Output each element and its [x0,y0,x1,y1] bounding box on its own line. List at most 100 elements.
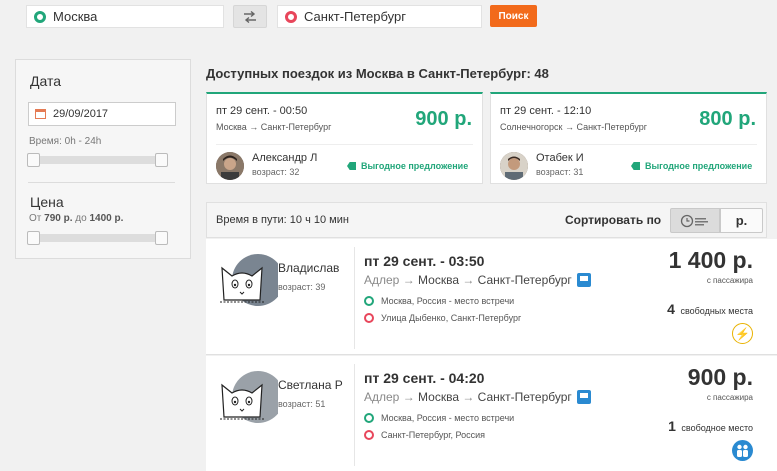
from-input[interactable]: Москва [26,5,224,28]
sort-label: Сортировать по [565,213,662,227]
trip-route: Адлер → Москва → Санкт-Петербург [364,390,591,404]
clock-icon [680,214,708,227]
meeting-point: Москва, Россия - место встречи [364,413,514,423]
row-divider [354,364,355,466]
origin-marker-icon [364,296,374,306]
price-range-label: От 790 р. до 1400 р. [29,213,123,224]
seats-label: свободное место [681,423,753,433]
price-filter-title: Цена [30,194,64,210]
results-title: Доступных поездок из Москва в Санкт-Пете… [206,66,549,81]
seats-count: 4 [667,301,675,317]
offer-card[interactable]: пт 29 сент. - 12:10 Солнечногорск → Санк… [490,92,767,184]
route-stop: Адлер [364,390,400,404]
origin-marker-icon [364,413,374,423]
cat-avatar-icon [220,254,278,306]
destination-marker-icon [364,313,374,323]
price-slider-min-handle[interactable] [27,231,40,245]
dropoff-point-label: Санкт-Петербург, Россия [381,430,486,440]
price-per-passenger: с пассажира [706,276,753,285]
arrow-right-icon: → [564,122,577,132]
row-divider [354,247,355,349]
trip-row[interactable]: Владислав возраст: 39 пт 29 сент. - 03:5… [206,239,777,355]
offer-card[interactable]: пт 29 сент. - 00:50 Москва → Санкт-Петер… [206,92,483,184]
offer-time: пт 29 сент. - 12:10 [500,105,592,117]
driver-name: Светлана Р [278,378,343,392]
route-stop: Москва [418,273,459,287]
meeting-point: Москва, Россия - место встречи [364,296,514,306]
offer-route: Солнечногорск → Санкт-Петербург [500,122,647,132]
trip-time: пт 29 сент. - 04:20 [364,370,485,386]
date-value: 29/09/2017 [53,108,109,120]
arrow-right-icon: → [249,122,261,132]
route-stop: Санкт-Петербург [477,273,572,287]
search-bar: Москва Санкт-Петербург Поиск [0,0,777,36]
available-seats: 1 свободное место [668,418,753,434]
origin-marker-icon [34,10,46,23]
meeting-point-label: Москва, Россия - место встречи [381,296,515,306]
sort-by-time-button[interactable] [670,208,720,233]
to-value: Санкт-Петербург [304,9,406,24]
to-input[interactable]: Санкт-Петербург [277,5,482,28]
date-filter-title: Дата [30,73,62,89]
sort-by-price-button[interactable]: р. [720,208,763,233]
good-deal-label: Выгодное предложение [361,161,469,171]
good-deal-label: Выгодное предложение [645,161,753,171]
avatar [500,152,528,180]
offer-time: пт 29 сент. - 00:50 [216,105,308,117]
trip-row[interactable]: Светлана Р возраст: 51 пт 29 сент. - 04:… [206,356,777,471]
driver-age: возраст: 39 [278,282,326,292]
swap-button[interactable] [233,5,267,28]
price-min: 790 р. [44,213,73,224]
offer-driver-age: возраст: 32 [252,167,300,177]
time-slider-max-handle[interactable] [155,153,168,167]
price-prefix: От [29,213,42,224]
date-input[interactable]: 29/09/2017 [28,102,176,126]
route-stop: Адлер [364,273,400,287]
filter-divider [28,182,175,183]
price-slider-max-handle[interactable] [155,231,168,245]
time-slider-min-handle[interactable] [27,153,40,167]
available-seats: 4 свободных места [667,301,753,317]
good-deal-badge: Выгодное предложение [347,161,468,171]
instant-booking-icon: ⚡ [732,323,753,344]
from-value: Москва [53,9,98,24]
dropoff-point-label: Улица Дыбенко, Санкт-Петербург [381,313,522,323]
offer-price: 900 р. [415,108,472,130]
price-range-slider[interactable] [27,231,168,245]
driver-age: возраст: 51 [278,399,326,409]
price-per-passenger: с пассажира [706,393,753,402]
seats-count: 1 [668,418,676,434]
good-deal-badge: Выгодное предложение [631,161,752,171]
trip-price: 1 400 р. [668,247,753,273]
driver-name: Владислав [278,261,340,275]
cat-avatar-icon [220,371,278,423]
offer-driver-age: возраст: 31 [536,167,584,177]
price-max: 1400 р. [89,213,124,224]
price-mid: до [75,213,87,224]
search-button[interactable]: Поиск [490,5,537,27]
bus-icon [576,390,591,404]
arrow-right-icon: → [459,390,478,404]
arrow-right-icon: → [399,390,419,404]
arrow-right-icon: → [399,273,419,287]
people-icon [737,444,748,457]
offer-route-to: Санкт-Петербург [576,122,648,132]
offer-driver-name: Александр Л [252,152,318,164]
meeting-point-label: Москва, Россия - место встречи [381,413,515,423]
destination-marker-icon [364,430,374,440]
destination-marker-icon [285,10,297,23]
offer-price: 800 р. [699,108,756,130]
calendar-icon [35,109,46,119]
route-stop: Санкт-Петербург [477,390,572,404]
avatar [216,152,244,180]
max-two-in-back-icon [732,440,753,461]
time-range-label: Время: 0h - 24h [29,136,102,147]
time-range-slider[interactable] [27,153,168,167]
tag-icon [631,162,640,170]
trip-price: 900 р. [687,364,753,390]
sort-bar: Время в пути: 10 ч 10 мин Сортировать по… [206,202,767,238]
seats-label: свободных места [680,306,753,316]
route-stop: Москва [418,390,459,404]
bus-icon [576,273,591,287]
travel-duration: Время в пути: 10 ч 10 мин [216,214,349,226]
